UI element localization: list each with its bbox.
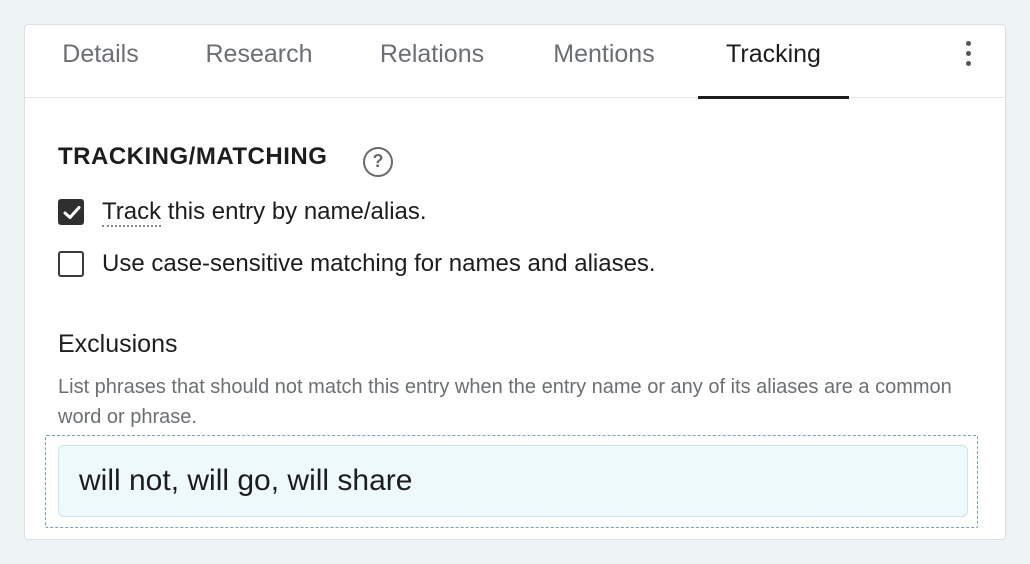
track-term-link[interactable]: Track <box>102 198 162 227</box>
tab-relations[interactable]: Relations <box>375 25 489 98</box>
entry-panel: Details Research Relations Mentions Trac… <box>24 24 1006 540</box>
case-sensitive-checkbox[interactable] <box>58 251 84 277</box>
case-sensitive-label: Use case-sensitive matching for names an… <box>102 250 656 277</box>
more-vertical-icon[interactable] <box>957 39 981 71</box>
exclusions-input[interactable]: will not, will go, will share <box>58 445 968 517</box>
exclusions-title: Exclusions <box>58 330 178 358</box>
track-label-text: this entry by name/alias. <box>161 198 427 225</box>
track-label: Track this entry by name/alias. <box>102 197 427 227</box>
help-circle-icon[interactable]: ? <box>363 147 393 177</box>
section-title: TRACKING/MATCHING <box>58 143 328 170</box>
track-checkbox[interactable] <box>58 199 84 225</box>
tab-mentions[interactable]: Mentions <box>546 25 662 98</box>
tab-details[interactable]: Details <box>58 25 143 98</box>
tab-tracking[interactable]: Tracking <box>698 25 849 99</box>
exclusions-description: List phrases that should not match this … <box>58 376 952 428</box>
tab-bar: Details Research Relations Mentions Trac… <box>25 25 1005 99</box>
tab-research[interactable]: Research <box>201 25 317 98</box>
check-icon <box>63 206 81 219</box>
